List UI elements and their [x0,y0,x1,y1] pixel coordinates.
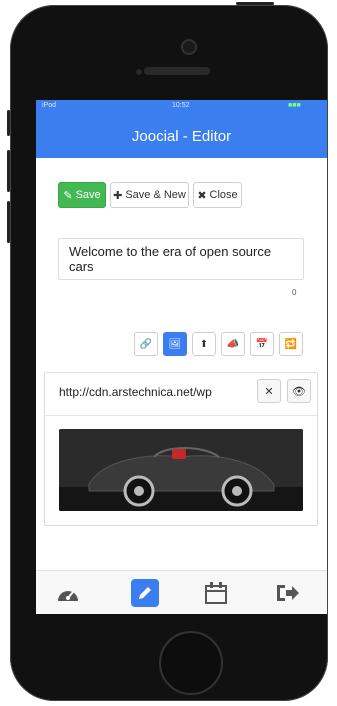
app-screen: iPod 10:52 ■■■ Joocial - Editor ✎ Save ✚… [36,100,327,614]
close-label: Close [209,189,238,201]
carrier-label: iPod [42,102,57,109]
tab-calendar[interactable] [202,579,230,607]
attachment-image [59,429,303,511]
repeat-icon: 🔁 [284,338,298,350]
app-header: Joocial - Editor [36,114,327,158]
tab-dashboard[interactable] [54,579,82,607]
tab-editor[interactable] [131,579,159,607]
earpiece [144,67,210,75]
repeat-button[interactable]: 🔁 [279,332,303,356]
plus-icon: ✚ [113,189,123,202]
remove-attachment-button[interactable]: ✕ [257,379,281,403]
car-image [59,429,303,511]
close-button[interactable]: ✖ Close [193,182,242,208]
save-button[interactable]: ✎ Save [58,182,106,208]
tab-logout[interactable] [274,579,302,607]
image-icon: 🖼 [168,338,182,350]
volume-down-button [7,201,10,243]
front-camera [183,41,195,53]
save-icon: ✎ [63,189,73,202]
clock-label: 10:52 [172,102,190,109]
home-button[interactable] [159,631,223,695]
save-label: Save [75,189,101,201]
calendar-button[interactable]: 📅 [250,332,274,356]
logout-icon [277,585,299,601]
upload-icon: ⬆ [199,338,209,350]
battery-icon: ■■■ [288,102,301,109]
link-button[interactable]: 🔗 [134,332,158,356]
save-new-label: Save & New [125,189,186,201]
message-textarea[interactable]: Welcome to the era of open source cars [58,238,304,280]
announce-button[interactable]: 📣 [221,332,245,356]
calendar-icon [205,582,227,604]
volume-up-button [7,150,10,192]
image-button[interactable]: 🖼 [163,332,187,356]
calendar-icon: 📅 [255,338,269,350]
close-icon: ✖ [197,189,207,202]
mute-switch [7,110,10,136]
page-title: Joocial - Editor [131,127,232,145]
card-divider [45,415,317,416]
char-counter: 0 [292,288,297,297]
x-icon: ✕ [264,385,274,398]
pencil-icon [139,587,151,599]
preview-button[interactable]: 👁 [287,379,311,403]
power-button [236,2,274,5]
megaphone-icon: 📣 [226,338,240,350]
save-and-new-button[interactable]: ✚ Save & New [110,182,189,208]
proximity-sensor [136,69,142,75]
attachment-card: http://cdn.arstechnica.net/wp ✕ 👁 [44,372,318,526]
attachment-url: http://cdn.arstechnica.net/wp [59,385,212,399]
eye-icon: 👁 [292,385,306,398]
status-bar: iPod 10:52 ■■■ [36,100,327,114]
link-icon: 🔗 [139,338,153,350]
dashboard-icon [58,591,78,601]
tab-bar [36,570,327,614]
upload-button[interactable]: ⬆ [192,332,216,356]
